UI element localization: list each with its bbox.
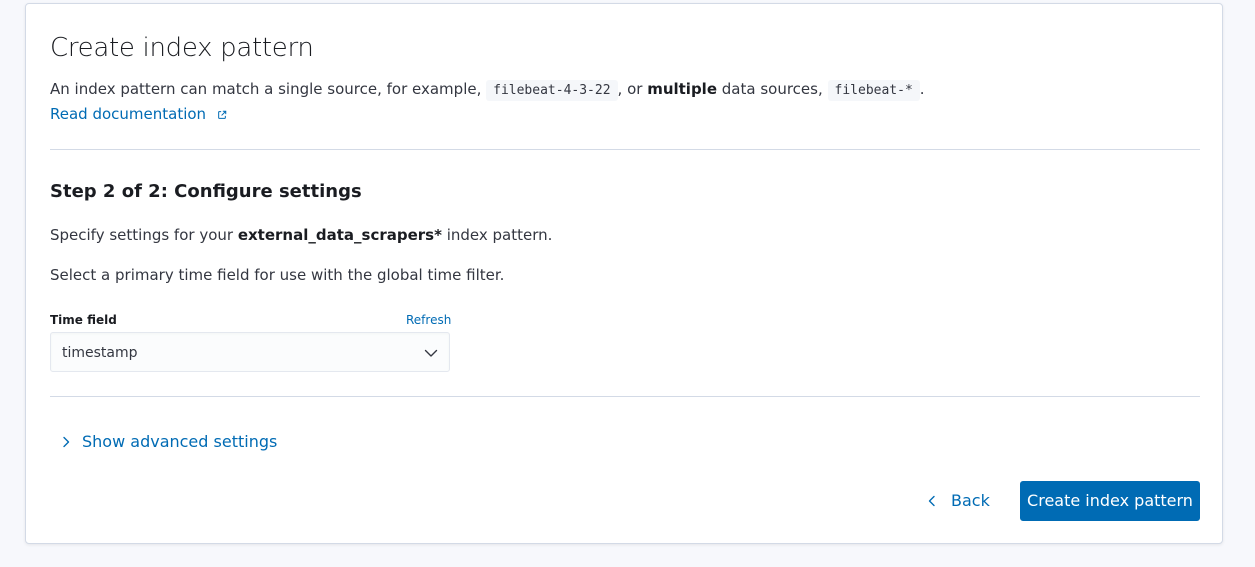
time-field-selected-value: timestamp [62, 345, 138, 361]
specify-suffix: index pattern. [441, 226, 553, 244]
index-pattern-name: external_data_scrapers* [237, 226, 442, 244]
page-title: Create index pattern [50, 33, 314, 63]
time-field-select[interactable]: timestamp [50, 332, 450, 372]
refresh-button[interactable]: Refresh [406, 312, 451, 328]
example-code-multiple: filebeat-* [827, 80, 920, 101]
show-advanced-settings-toggle[interactable]: Show advanced settings [60, 430, 277, 454]
time-field-hint: Select a primary time field for use with… [50, 266, 505, 284]
divider [50, 149, 1200, 150]
specify-settings-text: Specify settings for your external_data_… [50, 224, 552, 246]
read-documentation-label: Read documentation [50, 105, 207, 123]
back-label: Back [951, 491, 990, 510]
create-index-pattern-panel: Create index pattern An index pattern ca… [25, 3, 1223, 544]
divider [50, 396, 1200, 397]
read-documentation-link[interactable]: Read documentation [50, 103, 227, 125]
create-index-pattern-button[interactable]: Create index pattern [1020, 481, 1200, 521]
external-link-icon [218, 110, 227, 119]
description-text: An index pattern can match a single sour… [50, 80, 487, 98]
chevron-right-icon [63, 436, 70, 448]
specify-prefix: Specify settings for your [50, 226, 238, 244]
description-text: data sources, [717, 80, 828, 98]
example-code-single: filebeat-4-3-22 [486, 80, 618, 101]
time-field-label: Time field [50, 313, 117, 327]
page-description: An index pattern can match a single sour… [50, 78, 925, 102]
description-text: , or [617, 80, 648, 98]
back-button[interactable]: Back [926, 489, 990, 513]
chevron-down-icon [424, 349, 438, 357]
step-title: Step 2 of 2: Configure settings [50, 181, 362, 202]
chevron-left-icon [928, 495, 935, 507]
description-bold: multiple [647, 80, 718, 98]
description-text: . [919, 80, 925, 98]
show-advanced-settings-label: Show advanced settings [82, 432, 278, 451]
